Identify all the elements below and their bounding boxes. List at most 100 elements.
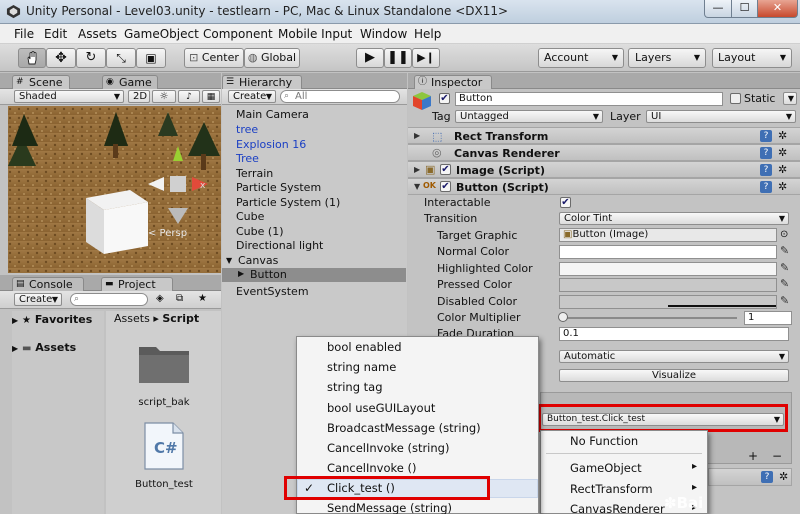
layout-dropdown[interactable]: Layout ▼ [712, 48, 792, 68]
gear-icon[interactable]: ✲ [778, 164, 787, 176]
pause-button[interactable]: ❚❚ [384, 48, 412, 68]
component-menu-item[interactable]: RectTransform [570, 482, 653, 496]
method-menu-item[interactable]: CancelInvoke (string) [327, 441, 449, 455]
account-dropdown[interactable]: Account ▼ [538, 48, 624, 68]
color-multiplier-slider-thumb[interactable] [558, 312, 568, 322]
component-image-script[interactable]: ▶ ▣ ✔ Image (Script) ? ✲ [408, 161, 800, 178]
gear-icon[interactable]: ✲ [778, 181, 787, 193]
active-checkbox[interactable]: ✔ [439, 93, 450, 104]
play-button[interactable]: ▶ [356, 48, 384, 68]
eyedropper-icon[interactable]: ✎ [780, 262, 789, 274]
button-enabled-checkbox[interactable]: ✔ [440, 181, 451, 192]
method-menu-item[interactable]: CancelInvoke () [327, 461, 416, 475]
step-button[interactable]: ▶❙ [412, 48, 440, 68]
target-graphic-field[interactable]: ▣Button (Image) [559, 228, 777, 242]
tab-inspector[interactable]: ⓘ Inspector [414, 75, 492, 89]
layer-dropdown[interactable]: UI ▼ [646, 110, 796, 123]
hierarchy-item[interactable]: Explosion 16 [236, 138, 306, 151]
favorites-row[interactable]: ▶ ★ Favorites [12, 313, 92, 326]
hierarchy-item[interactable]: Main Camera [236, 108, 309, 121]
project-create-dropdown[interactable]: Create ▼ [14, 293, 62, 306]
filter-type-icon[interactable]: ◈ [156, 293, 164, 304]
hierarchy-item[interactable]: Particle System (1) [236, 196, 340, 209]
menu-component[interactable]: Component [203, 27, 273, 41]
hierarchy-item[interactable]: tree [236, 123, 258, 136]
color-multiplier-slider-track[interactable] [561, 317, 737, 319]
close-button[interactable]: ✕ [757, 0, 798, 18]
hierarchy-item[interactable]: Canvas [238, 254, 278, 267]
static-checkbox[interactable] [730, 93, 741, 104]
pivot-center-button[interactable]: ⊡ Center [184, 48, 244, 68]
navigation-dropdown[interactable]: Automatic ▼ [559, 350, 789, 363]
tab-project[interactable]: ▬ Project [101, 277, 173, 291]
component-rect-transform[interactable]: ▶ ⬚ Rect Transform ? ✲ [408, 127, 800, 144]
gear-icon[interactable]: ✲ [779, 471, 788, 483]
add-listener-button[interactable]: + [742, 450, 764, 464]
menu-window[interactable]: Window [360, 27, 407, 41]
hand-tool-button[interactable] [18, 48, 46, 68]
shading-mode-dropdown[interactable]: Shaded ▼ [14, 90, 124, 103]
move-tool-button[interactable]: ✥ [46, 48, 76, 68]
window-title-bar[interactable]: Unity Personal - Level03.unity - testlea… [0, 0, 800, 24]
method-menu-item[interactable]: string name [327, 360, 396, 374]
tab-hierarchy[interactable]: ☰ Hierarchy [222, 75, 302, 89]
scale-tool-button[interactable]: ⤡ [106, 48, 136, 68]
method-menu-item[interactable]: SendMessage (string) [327, 501, 452, 514]
component-menu-item[interactable]: No Function [570, 434, 638, 448]
eyedropper-icon[interactable]: ✎ [780, 295, 789, 307]
breadcrumb-assets[interactable]: Assets [114, 312, 150, 325]
image-enabled-checkbox[interactable]: ✔ [440, 164, 451, 175]
menu-file[interactable]: File [14, 27, 34, 41]
hierarchy-item[interactable]: Particle System [236, 181, 321, 194]
hierarchy-item[interactable]: Cube (1) [236, 225, 283, 238]
hierarchy-item[interactable]: Directional light [236, 239, 323, 252]
project-search-input[interactable]: ⌕ [70, 293, 148, 306]
rect-tool-button[interactable]: ▣ [136, 48, 166, 68]
gear-icon[interactable]: ✲ [778, 147, 787, 159]
scene-lighting-toggle[interactable]: ☼ [152, 90, 176, 103]
normal-color-swatch[interactable] [559, 245, 777, 259]
transition-dropdown[interactable]: Color Tint ▼ [559, 212, 789, 225]
pressed-color-swatch[interactable] [559, 278, 777, 292]
2d-mode-toggle[interactable]: 2D [128, 90, 150, 103]
next-component-header[interactable]: ? ✲ [708, 468, 792, 486]
global-space-button[interactable]: ◍ Global [244, 48, 300, 68]
hierarchy-create-dropdown[interactable]: Create ▼ [228, 90, 276, 103]
canvas-expanded-arrow-icon[interactable]: ▼ [226, 256, 232, 265]
tag-dropdown[interactable]: Untagged ▼ [455, 110, 603, 123]
tab-game[interactable]: ◉ Game [102, 75, 158, 89]
filter-label-icon[interactable]: ⧉ [176, 293, 183, 304]
menu-assets[interactable]: Assets [78, 27, 117, 41]
help-icon[interactable]: ? [761, 471, 773, 483]
help-icon[interactable]: ? [760, 181, 772, 193]
menu-gameobject[interactable]: GameObject [124, 27, 199, 41]
minimize-button[interactable]: — [704, 0, 732, 18]
interactable-checkbox[interactable]: ✔ [560, 197, 571, 208]
hierarchy-item[interactable]: Cube [236, 210, 264, 223]
asset-button-test[interactable]: C# Button_test [124, 421, 204, 501]
component-button-script[interactable]: ▼ OK ✔ Button (Script) ? ✲ [408, 178, 800, 195]
remove-listener-button[interactable]: − [766, 450, 788, 464]
assets-row[interactable]: ▶ ▬ Assets [12, 341, 76, 354]
hierarchy-item[interactable]: Tree [236, 152, 259, 165]
menu-help[interactable]: Help [414, 27, 441, 41]
tab-console[interactable]: ▤ Console [12, 277, 84, 291]
asset-script-bak[interactable]: script_bak [124, 341, 204, 419]
gear-icon[interactable]: ✲ [778, 130, 787, 142]
component-canvas-renderer[interactable]: ◎ Canvas Renderer ? ✲ [408, 144, 800, 161]
fade-duration-input[interactable]: 0.1 [559, 327, 789, 341]
disabled-color-swatch[interactable] [559, 295, 777, 309]
highlighted-color-swatch[interactable] [559, 262, 777, 276]
help-icon[interactable]: ? [760, 147, 772, 159]
eyedropper-icon[interactable]: ✎ [780, 245, 789, 257]
hierarchy-item-button-selected[interactable]: ▶ Button [222, 268, 406, 282]
method-menu-item[interactable]: string tag [327, 380, 383, 394]
component-menu-item[interactable]: CanvasRenderer [570, 502, 665, 514]
visualize-button[interactable]: Visualize [559, 369, 789, 382]
scene-viewport[interactable]: x < Persp [8, 106, 221, 273]
color-multiplier-input[interactable]: 1 [744, 311, 792, 325]
help-icon[interactable]: ? [760, 130, 772, 142]
breadcrumb-script[interactable]: Script [162, 312, 199, 325]
favorite-star-icon[interactable]: ★ [198, 293, 207, 304]
method-menu-item[interactable]: bool useGUILayout [327, 401, 435, 415]
